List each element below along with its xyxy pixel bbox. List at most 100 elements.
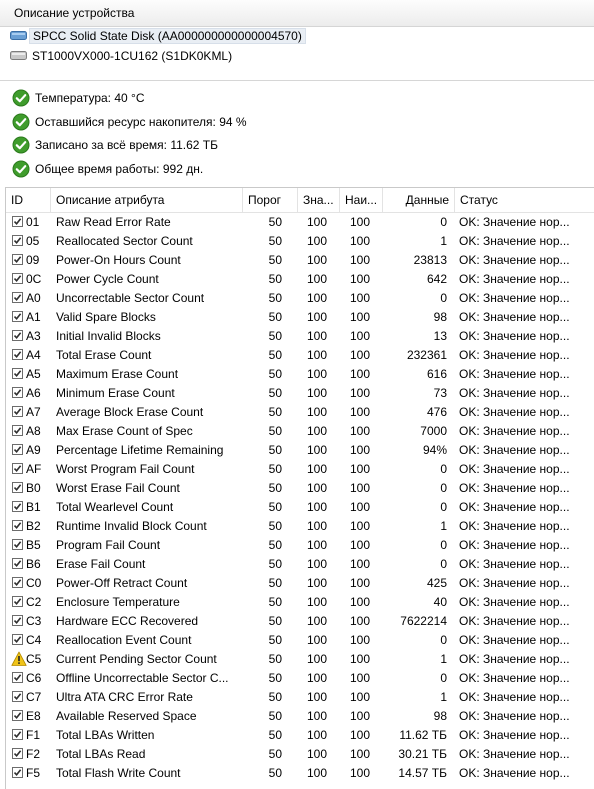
table-row[interactable]: F2 Total LBAs Read 50 100 100 30.21 ТБ OK: Зна…: [6, 745, 594, 764]
attribute-value: 100: [306, 386, 327, 400]
checkbox[interactable]: [12, 577, 23, 588]
table-row[interactable]: A0 Uncorrectable Sector Count 50 100 100 0 OK:…: [6, 289, 594, 308]
checkmark-icon: [13, 636, 22, 644]
attribute-value: 100: [306, 329, 327, 343]
attribute-threshold: 50: [268, 310, 282, 324]
table-row[interactable]: E8 Available Reserved Space 50 100 100 98 OK: …: [6, 707, 594, 726]
table-row[interactable]: 09 Power-On Hours Count 50 100 100 23813 OK: З…: [6, 251, 594, 270]
checkbox[interactable]: [12, 615, 23, 626]
checkbox[interactable]: [12, 292, 23, 303]
table-row[interactable]: A5 Maximum Erase Count 50 100 100 616 OK: Знач…: [6, 365, 594, 384]
table-row[interactable]: A3 Initial Invalid Blocks 50 100 100 13 OK: Зн…: [6, 327, 594, 346]
table-row[interactable]: B5 Program Fail Count 50 100 100 0 OK: Значени…: [6, 536, 594, 555]
summary-item: Температура: 40 °C: [0, 86, 594, 110]
checkmark-icon: [13, 712, 22, 720]
checkbox[interactable]: [12, 767, 23, 778]
table-row[interactable]: C4 Reallocation Event Count 50 100 100 0 OK: З…: [6, 631, 594, 650]
table-row[interactable]: A4 Total Erase Count 50 100 100 232361 OK: Зна…: [6, 346, 594, 365]
table-row[interactable]: 05 Reallocated Sector Count 50 100 100 1 OK: З…: [6, 232, 594, 251]
device-item-hdd[interactable]: ST1000VX000-1CU162 (S1DK0KML): [0, 46, 594, 66]
table-row[interactable]: A7 Average Block Erase Count 50 100 100 476 OK…: [6, 403, 594, 422]
table-row[interactable]: A1 Valid Spare Blocks 50 100 100 98 OK: Значен…: [6, 308, 594, 327]
attribute-threshold: 50: [268, 272, 282, 286]
attribute-value: 100: [306, 519, 327, 533]
checkbox[interactable]: [12, 254, 23, 265]
checkbox[interactable]: [12, 596, 23, 607]
checkbox[interactable]: [12, 216, 23, 227]
device-item-ssd[interactable]: SPCC Solid State Disk (AA000000000000004…: [0, 26, 594, 46]
column-header-id[interactable]: ID: [6, 188, 51, 212]
attribute-description: Percentage Lifetime Remaining: [56, 443, 224, 457]
attribute-description: Offline Uncorrectable Sector C...: [56, 671, 229, 685]
attribute-worst: 100: [349, 234, 370, 248]
table-row[interactable]: B1 Total Wearlevel Count 50 100 100 0 OK: Знач…: [6, 498, 594, 517]
attribute-threshold: 50: [268, 614, 282, 628]
attribute-value: 100: [306, 709, 327, 723]
checkbox[interactable]: [12, 672, 23, 683]
checkmark-icon: [13, 674, 22, 682]
table-row[interactable]: C0 Power-Off Retract Count 50 100 100 425 OK: …: [6, 574, 594, 593]
attribute-value: 100: [306, 747, 327, 761]
attribute-description: Raw Read Error Rate: [56, 215, 171, 229]
table-row[interactable]: C7 Ultra ATA CRC Error Rate 50 100 100 1 OK: З…: [6, 688, 594, 707]
table-row[interactable]: A9 Percentage Lifetime Remaining 50 100 100 9…: [6, 441, 594, 460]
attribute-description: Total Flash Write Count: [56, 766, 181, 780]
checkbox[interactable]: [12, 539, 23, 550]
table-row[interactable]: 01 Raw Read Error Rate 50 100 100 0 OK: Значен…: [6, 213, 594, 232]
table-row[interactable]: B0 Worst Erase Fail Count 50 100 100 0 OK: Зна…: [6, 479, 594, 498]
checkbox[interactable]: [12, 729, 23, 740]
checkbox[interactable]: [12, 482, 23, 493]
attribute-value: 100: [306, 424, 327, 438]
checkbox[interactable]: [12, 330, 23, 341]
checkbox[interactable]: [12, 691, 23, 702]
table-row[interactable]: C6 Offline Uncorrectable Sector C... 50 100…: [6, 669, 594, 688]
attribute-status: OK: Значение нор...: [459, 595, 570, 609]
checkbox[interactable]: [12, 501, 23, 512]
column-header-value[interactable]: Зна...: [298, 188, 340, 212]
column-header-data[interactable]: Данные: [383, 188, 455, 212]
attribute-description: Available Reserved Space: [56, 709, 197, 723]
checkbox[interactable]: [12, 710, 23, 721]
column-header-threshold[interactable]: Порог: [243, 188, 298, 212]
attribute-id: F1: [26, 728, 41, 742]
checkbox[interactable]: [12, 273, 23, 284]
checkmark-icon: [13, 560, 22, 568]
checkbox[interactable]: [12, 235, 23, 246]
table-row[interactable]: B6 Erase Fail Count 50 100 100 0 OK: Значение …: [6, 555, 594, 574]
table-row[interactable]: B2 Runtime Invalid Block Count 50 100 100 1 OK…: [6, 517, 594, 536]
column-header-status[interactable]: Статус: [455, 188, 594, 212]
checkbox[interactable]: [12, 406, 23, 417]
checkbox[interactable]: [12, 558, 23, 569]
attribute-threshold: 50: [268, 348, 282, 362]
table-row[interactable]: F1 Total LBAs Written 50 100 100 11.62 ТБ OK: …: [6, 726, 594, 745]
table-row[interactable]: F5 Total Flash Write Count 50 100 100 14.57 Т…: [6, 764, 594, 783]
checkbox[interactable]: [12, 634, 23, 645]
attribute-value: 100: [306, 367, 327, 381]
table-row[interactable]: C5 Current Pending Sector Count 50 100 100 1 O…: [6, 650, 594, 669]
attribute-data: 0: [440, 671, 447, 685]
attribute-data: 0: [440, 291, 447, 305]
attribute-id: 09: [26, 253, 40, 267]
table-row[interactable]: AF Worst Program Fail Count 50 100 100 0 OK: З…: [6, 460, 594, 479]
table-row[interactable]: A8 Max Erase Count of Spec 50 100 100 7000 OK:…: [6, 422, 594, 441]
checkbox[interactable]: [12, 444, 23, 455]
attribute-description: Reallocation Event Count: [56, 633, 192, 647]
checkbox[interactable]: [12, 463, 23, 474]
table-row[interactable]: C3 Hardware ECC Recovered 50 100 100 7622214 O…: [6, 612, 594, 631]
attribute-worst: 100: [349, 443, 370, 457]
column-header-worst[interactable]: Наи...: [340, 188, 383, 212]
checkbox[interactable]: [12, 311, 23, 322]
checkbox[interactable]: [12, 748, 23, 759]
table-row[interactable]: A6 Minimum Erase Count 50 100 100 73 OK: Значе…: [6, 384, 594, 403]
checkbox[interactable]: [12, 368, 23, 379]
attribute-status: OK: Значение нор...: [459, 481, 570, 495]
table-row[interactable]: C2 Enclosure Temperature 50 100 100 40 OK: Зна…: [6, 593, 594, 612]
table-row[interactable]: 0C Power Cycle Count 50 100 100 642 OK: Значен…: [6, 270, 594, 289]
attribute-worst: 100: [349, 386, 370, 400]
checkbox[interactable]: [12, 520, 23, 531]
attribute-status: OK: Значение нор...: [459, 291, 570, 305]
checkbox[interactable]: [12, 349, 23, 360]
checkbox[interactable]: [12, 387, 23, 398]
column-header-description[interactable]: Описание атрибута: [51, 188, 243, 212]
checkbox[interactable]: [12, 425, 23, 436]
